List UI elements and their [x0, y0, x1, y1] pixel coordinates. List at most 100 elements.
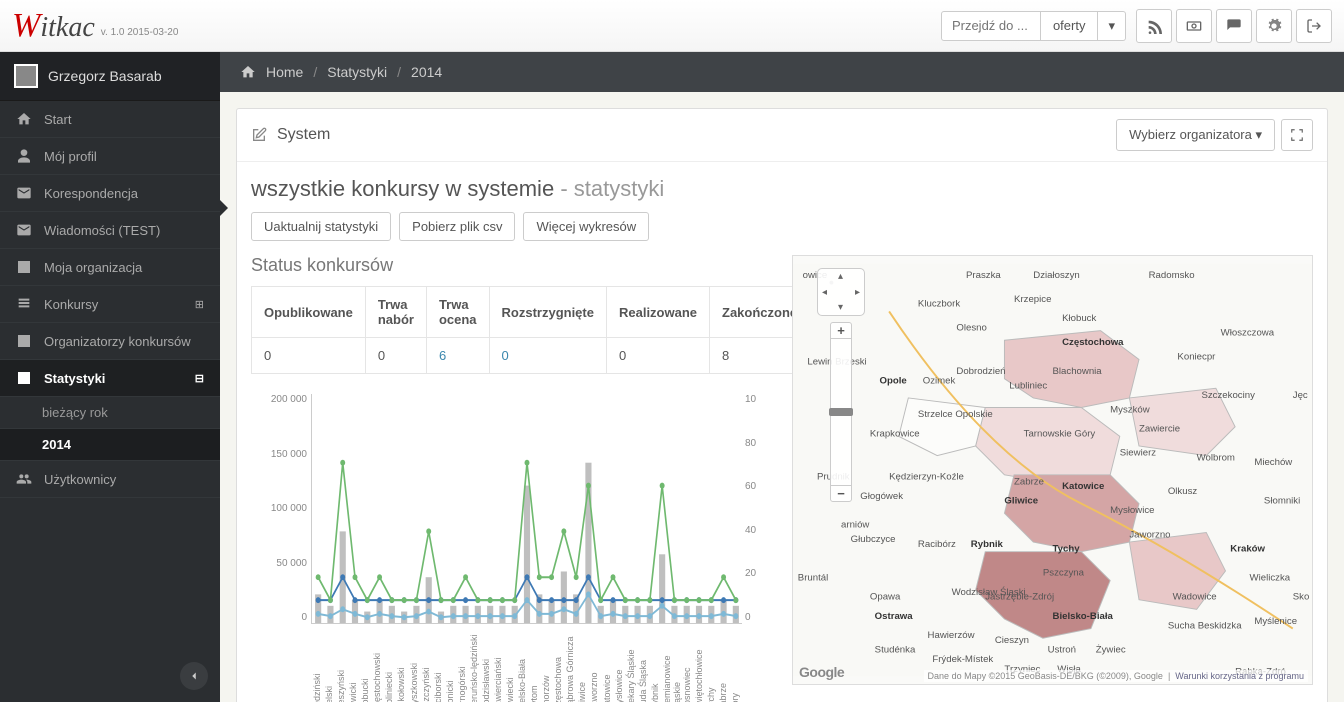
- nav-stats[interactable]: Statystyki⊟: [0, 360, 220, 397]
- svg-text:Blachownia: Blachownia: [1053, 366, 1103, 377]
- status-table: OpublikowaneTrwa nabórTrwa ocenaRozstrzy…: [251, 286, 810, 374]
- svg-text:Dobrodzień: Dobrodzień: [956, 366, 1005, 377]
- svg-text:Ozimek: Ozimek: [923, 376, 956, 387]
- map[interactable]: owice Praszka Działoszyn Radomsko Kluczb…: [792, 255, 1313, 685]
- breadcrumb-home[interactable]: Home: [266, 64, 303, 80]
- nav-stats-2014[interactable]: 2014: [0, 429, 220, 461]
- svg-text:Tychy: Tychy: [1053, 544, 1081, 555]
- svg-text:Olkusz: Olkusz: [1168, 486, 1198, 497]
- svg-text:Słomniki: Słomniki: [1264, 496, 1300, 507]
- svg-text:Jęc: Jęc: [1293, 390, 1308, 401]
- svg-text:Tarnowskie Góry: Tarnowskie Góry: [1024, 428, 1096, 439]
- svg-text:Działoszyn: Działoszyn: [1033, 270, 1079, 281]
- btn-more-charts[interactable]: Więcej wykresów: [523, 212, 649, 241]
- svg-text:Wadowice: Wadowice: [1173, 592, 1217, 603]
- nav-start[interactable]: Start: [0, 101, 220, 138]
- svg-text:Frýdek-Místek: Frýdek-Místek: [932, 654, 993, 665]
- btn-update-stats[interactable]: Uaktualnij statystyki: [251, 212, 391, 241]
- nav-organizers[interactable]: Organizatorzy konkursów: [0, 323, 220, 360]
- rss-icon[interactable]: [1136, 9, 1172, 43]
- svg-text:Częstochowa: Częstochowa: [1062, 337, 1124, 348]
- svg-text:Kluczbork: Kluczbork: [918, 299, 960, 310]
- nav-messages[interactable]: Wiadomości (TEST): [0, 212, 220, 249]
- nav-users[interactable]: Użytkownicy: [0, 461, 220, 498]
- btn-download-csv[interactable]: Pobierz plik csv: [399, 212, 515, 241]
- nav-stats-current[interactable]: bieżący rok: [0, 397, 220, 429]
- collapse-icon: ⊟: [195, 372, 204, 385]
- svg-text:arniów: arniów: [841, 520, 869, 531]
- app-logo: Witkac: [12, 7, 95, 45]
- svg-text:Włoszczowa: Włoszczowa: [1221, 327, 1275, 338]
- fullscreen-icon[interactable]: [1281, 119, 1313, 151]
- svg-text:Kędzierzyn-Koźle: Kędzierzyn-Koźle: [889, 472, 964, 483]
- svg-text:Myślenice: Myślenice: [1254, 616, 1297, 627]
- map-attribution: Dane do Mapy ©2015 GeoBasis-DE/BKG (©200…: [924, 670, 1308, 682]
- sidebar-collapse-btn[interactable]: [180, 662, 208, 690]
- page-title: wszystkie konkursy w systemie - statysty…: [251, 176, 1313, 202]
- edit-icon: [251, 127, 267, 143]
- svg-text:Kraków: Kraków: [1230, 544, 1265, 555]
- gear-icon[interactable]: [1256, 9, 1292, 43]
- map-zoom-control[interactable]: + −: [830, 322, 852, 502]
- svg-text:Mysłowice: Mysłowice: [1110, 505, 1154, 516]
- svg-text:Strzelce Opolskie: Strzelce Opolskie: [918, 409, 993, 420]
- nav-contests[interactable]: Konkursy⊞: [0, 286, 220, 323]
- map-provider-logo: Google: [799, 664, 844, 680]
- svg-text:Wieliczka: Wieliczka: [1250, 573, 1291, 584]
- nav-correspondence[interactable]: Korespondencja: [0, 175, 220, 212]
- svg-text:Ustroń: Ustroń: [1048, 645, 1076, 656]
- svg-text:Jastrzębie-Zdrój: Jastrzębie-Zdrój: [985, 592, 1054, 603]
- user-row[interactable]: Grzegorz Basarab: [0, 52, 220, 101]
- svg-text:Opole: Opole: [880, 376, 908, 387]
- svg-text:Żywiec: Żywiec: [1096, 645, 1126, 656]
- home-icon[interactable]: [240, 64, 256, 80]
- svg-text:Myszków: Myszków: [1110, 404, 1150, 415]
- status-title: Status konkursów: [251, 255, 772, 276]
- svg-text:Rybnik: Rybnik: [971, 539, 1004, 550]
- svg-text:Głubczyce: Głubczyce: [851, 534, 896, 545]
- svg-text:Olesno: Olesno: [956, 323, 986, 334]
- svg-text:Bielsko-Biała: Bielsko-Biała: [1053, 611, 1114, 622]
- svg-text:Racibórz: Racibórz: [918, 539, 956, 550]
- svg-text:Krapkowice: Krapkowice: [870, 428, 920, 439]
- goto-caret[interactable]: ▾: [1098, 11, 1126, 41]
- svg-text:Radomsko: Radomsko: [1149, 270, 1195, 281]
- nav-org[interactable]: Moja organizacja: [0, 249, 220, 286]
- breadcrumb-stats[interactable]: Statystyki: [327, 64, 387, 80]
- logout-icon[interactable]: [1296, 9, 1332, 43]
- breadcrumb-year: 2014: [411, 64, 442, 80]
- svg-text:Wolbrom: Wolbrom: [1197, 452, 1235, 463]
- org-selector[interactable]: Wybierz organizatora ▾: [1116, 119, 1275, 151]
- svg-text:Hawierzów: Hawierzów: [928, 630, 975, 641]
- breadcrumb: Home / Statystyki / 2014: [220, 52, 1344, 92]
- chat-icon[interactable]: [1216, 9, 1252, 43]
- goto-group: oferty ▾: [941, 11, 1126, 41]
- svg-text:Ostrawa: Ostrawa: [875, 611, 914, 622]
- svg-text:Sko: Sko: [1293, 592, 1310, 603]
- svg-text:Sucha Beskidzka: Sucha Beskidzka: [1168, 621, 1242, 632]
- map-pan-control[interactable]: ▴▾ ◂▸: [817, 268, 865, 316]
- app-version: v. 1.0 2015-03-20: [101, 27, 179, 38]
- svg-text:Koniecpr: Koniecpr: [1177, 351, 1216, 362]
- svg-text:Głogówek: Głogówek: [860, 491, 903, 502]
- panel-title: System: [277, 126, 330, 144]
- nav-profile[interactable]: Mój profil: [0, 138, 220, 175]
- svg-text:Siewierz: Siewierz: [1120, 448, 1157, 459]
- svg-text:Miechów: Miechów: [1254, 457, 1292, 468]
- goto-input[interactable]: [941, 11, 1041, 41]
- svg-text:Krzepice: Krzepice: [1014, 294, 1051, 305]
- avatar: [14, 64, 38, 88]
- map-terms-link[interactable]: Warunki korzystania z programu: [1175, 671, 1304, 681]
- svg-text:Praszka: Praszka: [966, 270, 1001, 281]
- sidebar: Grzegorz Basarab Start Mój profil Koresp…: [0, 52, 220, 702]
- svg-text:Katowice: Katowice: [1062, 481, 1105, 492]
- svg-text:Bruntál: Bruntál: [798, 573, 828, 584]
- money-icon[interactable]: [1176, 9, 1212, 43]
- svg-text:Zabrze: Zabrze: [1014, 476, 1044, 487]
- chart: 200 000150 000100 00050 0000 10806040200…: [311, 394, 742, 624]
- svg-text:Szczekociny: Szczekociny: [1201, 390, 1255, 401]
- svg-text:Cieszyn: Cieszyn: [995, 635, 1029, 646]
- svg-text:Studénka: Studénka: [875, 645, 916, 656]
- svg-text:Opawa: Opawa: [870, 592, 901, 603]
- goto-type-label[interactable]: oferty: [1041, 11, 1099, 41]
